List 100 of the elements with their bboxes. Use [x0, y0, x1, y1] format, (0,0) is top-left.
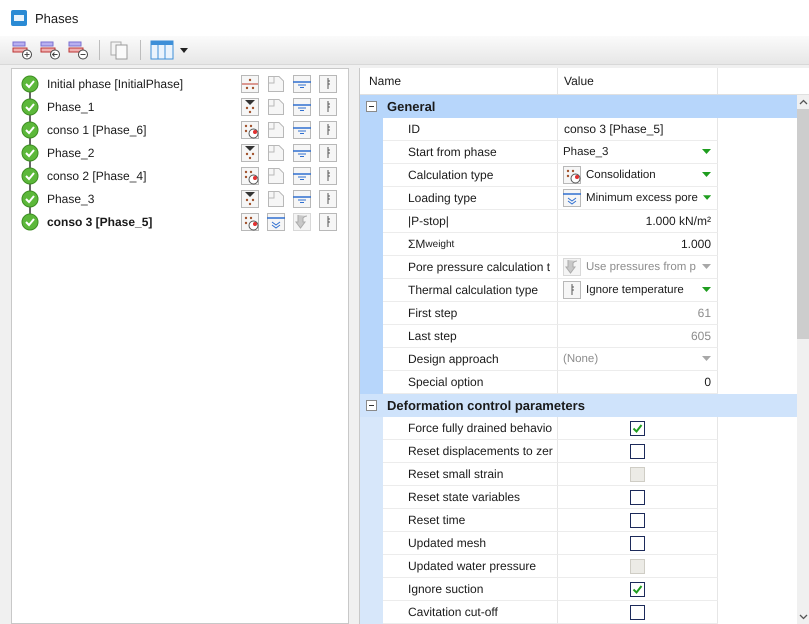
checkbox[interactable] — [630, 536, 645, 550]
property-value: 0 — [703, 375, 712, 389]
thermometer-icon — [319, 98, 337, 116]
check-circle-icon — [21, 98, 39, 116]
property-name: Force fully drained behavio — [383, 417, 558, 440]
property-name: ID — [383, 118, 558, 141]
water-level-icon — [293, 166, 311, 184]
phase-name: Phase_1 — [47, 100, 96, 114]
check-circle-icon — [21, 190, 39, 208]
app-icon — [11, 10, 27, 26]
property-name: Thermal calculation type — [383, 279, 558, 302]
clock-dots-icon — [241, 212, 259, 230]
scroll-thumb[interactable] — [797, 109, 809, 339]
scroll-up-icon[interactable] — [798, 99, 808, 105]
phase-name: Phase_2 — [47, 146, 96, 160]
thermometer-icon — [319, 144, 337, 162]
page-icon — [267, 74, 285, 92]
dropdown-field[interactable]: Ignore temperature — [558, 279, 717, 301]
clock-dots-icon — [241, 166, 259, 184]
collapse-icon[interactable] — [366, 400, 377, 411]
checkbox[interactable] — [630, 444, 645, 458]
property-name: Updated water pressure — [383, 555, 558, 578]
column-header[interactable]: Name — [360, 68, 558, 94]
property-name: Last step — [383, 325, 558, 348]
property-name: Start from phase — [383, 141, 558, 164]
check-circle-icon — [21, 144, 39, 162]
page-icon — [267, 98, 285, 116]
property-name: Reset state variables — [383, 486, 558, 509]
property-name: Updated mesh — [383, 532, 558, 555]
scrollbar[interactable] — [797, 95, 809, 624]
checkbox[interactable] — [630, 582, 645, 596]
scroll-down-icon[interactable] — [798, 614, 808, 620]
property-value: 1.000 kN/m² — [644, 214, 712, 228]
checkbox[interactable] — [630, 512, 645, 528]
column-header[interactable]: Value — [558, 68, 718, 94]
checkbox[interactable] — [630, 490, 645, 504]
property-name: Loading type — [383, 187, 558, 210]
triangle-dots-icon — [241, 190, 259, 208]
section-header[interactable]: General — [360, 95, 797, 118]
page-icon — [267, 144, 285, 162]
window-title: Phases — [35, 10, 78, 26]
dropdown-field[interactable]: Minimum excess pore — [558, 187, 717, 209]
dropdown-arrow-icon[interactable] — [702, 195, 711, 201]
delete-phase-icon[interactable] — [68, 40, 90, 60]
caret-icon[interactable] — [180, 48, 188, 52]
property-name: Design approach — [383, 348, 558, 371]
clock-dots-icon — [563, 166, 581, 184]
thermometer-icon — [319, 74, 337, 92]
thermometer-icon — [319, 120, 337, 138]
page-icon — [267, 190, 285, 208]
thermometer-icon — [319, 190, 337, 208]
property-value: 1.000 — [680, 237, 712, 251]
property-name: First step — [383, 302, 558, 325]
property-name: Calculation type — [383, 164, 558, 187]
water-level-icon — [293, 144, 311, 162]
dropdown-arrow-icon[interactable] — [702, 172, 711, 178]
section-header[interactable]: Deformation control parameters — [360, 394, 797, 417]
phase-name: conso 3 [Phase_5] — [47, 214, 154, 228]
check-circle-icon — [21, 166, 39, 184]
check-circle-icon — [21, 120, 39, 138]
property-name: Pore pressure calculation t — [383, 256, 558, 279]
checkbox[interactable] — [630, 604, 645, 620]
property-name: Ignore suction — [383, 578, 558, 601]
page-icon — [267, 166, 285, 184]
thermometer-icon — [319, 166, 337, 184]
collapse-icon[interactable] — [366, 101, 377, 112]
insert-phase-icon[interactable] — [40, 40, 62, 60]
water-level-icon — [293, 190, 311, 208]
phase-name: conso 1 [Phase_6] — [47, 122, 148, 136]
columns-icon[interactable] — [150, 40, 174, 60]
phase-item[interactable]: conso 3 [Phase_5] — [12, 210, 348, 233]
dropdown-arrow-icon[interactable] — [702, 149, 711, 155]
thermometer-icon — [563, 281, 581, 299]
water-level-icon — [293, 98, 311, 116]
water-level-icon — [293, 74, 311, 92]
property-name: Reset small strain — [383, 463, 558, 486]
checkbox[interactable] — [630, 420, 645, 436]
page-icon — [267, 120, 285, 138]
water-level-icon — [293, 120, 311, 138]
property-name: Reset time — [383, 509, 558, 532]
add-phase-icon[interactable] — [12, 40, 34, 60]
section-title: General — [387, 99, 436, 114]
check-circle-icon — [21, 212, 39, 230]
property-name: |P-stop| — [383, 210, 558, 233]
clock-dots-icon — [241, 120, 259, 138]
property-name: Cavitation cut-off — [383, 601, 558, 624]
dropdown-field[interactable]: Phase_3 — [558, 141, 717, 163]
property-value: 61 — [696, 306, 712, 320]
phase-name: conso 2 [Phase_4] — [47, 168, 148, 182]
phase-name: Initial phase [InitialPhase] — [47, 76, 184, 90]
dropdown-arrow-icon[interactable] — [702, 287, 711, 293]
thermometer-icon — [319, 212, 337, 230]
triangle-dots-icon — [241, 98, 259, 116]
dropdown-field[interactable]: Consolidation — [558, 164, 717, 186]
dotted-square-icon — [241, 74, 259, 92]
phase-name: Phase_3 — [47, 192, 96, 206]
property-name: Reset displacements to zer — [383, 440, 558, 463]
check-circle-icon — [21, 74, 39, 92]
triangle-dots-icon — [241, 144, 259, 162]
water-chevron-icon — [563, 189, 581, 207]
